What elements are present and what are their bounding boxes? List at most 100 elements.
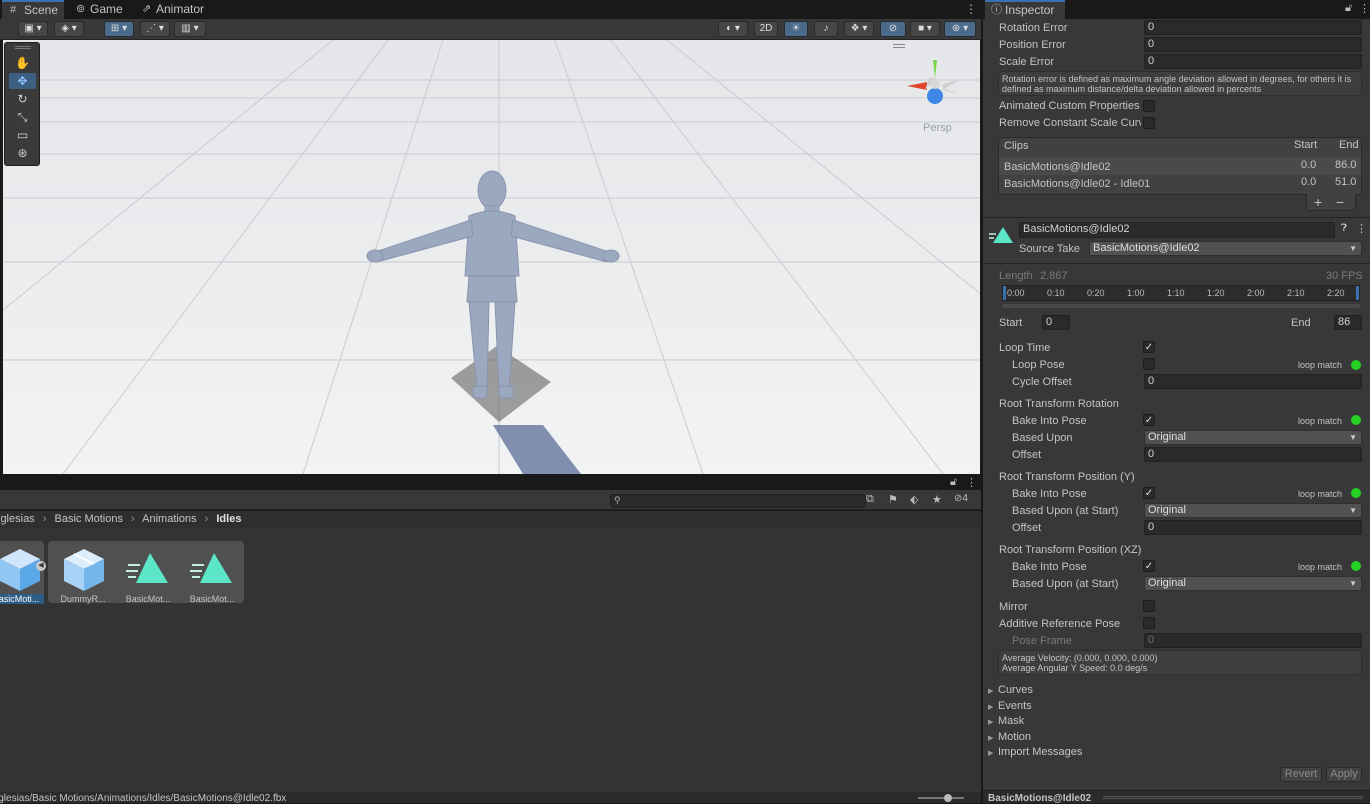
rotate-tool-icon[interactable]: ↻ bbox=[9, 91, 36, 107]
increment-snap-dropdown[interactable]: ⋰ ▾ bbox=[140, 21, 170, 37]
scene-tab-menu-icon[interactable]: ⋮ bbox=[965, 2, 977, 16]
timeline-tick: 1:10 bbox=[1167, 288, 1185, 298]
effects-dropdown[interactable]: ❖ ▾ bbox=[844, 21, 874, 37]
loop-pose-checkbox[interactable] bbox=[1143, 358, 1155, 370]
breadcrumb-item[interactable]: iglesias bbox=[0, 513, 35, 525]
chevron-down-icon: ▼ bbox=[1349, 506, 1357, 515]
rotation-offset-field[interactable]: 0 bbox=[1144, 447, 1362, 462]
scene-viewport[interactable]: Persp bbox=[3, 40, 980, 474]
search-by-type-icon[interactable]: ⧉ bbox=[866, 493, 874, 506]
clip-menu-icon[interactable]: ⋮ bbox=[1356, 222, 1367, 235]
preview-drag-handle[interactable] bbox=[1103, 796, 1363, 797]
remove-clip-button[interactable]: − bbox=[1336, 194, 1344, 210]
remove-constant-scale-curves-checkbox[interactable] bbox=[1143, 117, 1155, 129]
timeline-tick: 1:20 bbox=[1207, 288, 1225, 298]
breadcrumb-current[interactable]: Idles bbox=[216, 513, 241, 525]
breadcrumb-item[interactable]: Basic Motions bbox=[54, 513, 122, 525]
gizmos-dropdown[interactable]: ⊕ ▾ bbox=[944, 21, 976, 37]
orientation-gizmo-icon[interactable] bbox=[903, 50, 967, 122]
grid-snap-dropdown[interactable]: ⊞ ▾ bbox=[104, 21, 134, 37]
lighting-toggle-icon[interactable]: ☀ bbox=[784, 21, 808, 37]
foldout-label: Mask bbox=[998, 715, 1025, 727]
hidden-packages-toggle[interactable]: ⊘4 bbox=[954, 493, 968, 504]
favorite-star-icon[interactable]: ★ bbox=[932, 493, 942, 506]
icon-size-slider-thumb[interactable] bbox=[944, 794, 952, 802]
rotation-based-upon-dropdown[interactable]: Original ▼ bbox=[1144, 430, 1362, 445]
camera-dropdown[interactable]: ■ ▾ bbox=[910, 21, 940, 37]
inspector-menu-icon[interactable]: ⋮ bbox=[1359, 2, 1370, 15]
project-menu-icon[interactable]: ⋮ bbox=[966, 476, 977, 489]
tab-scene-label: Scene bbox=[24, 3, 59, 17]
mirror-checkbox[interactable] bbox=[1143, 600, 1155, 612]
animated-custom-properties-checkbox[interactable] bbox=[1143, 100, 1155, 112]
add-clip-button[interactable]: + bbox=[1314, 194, 1322, 210]
gizmo-handle-icon[interactable] bbox=[893, 44, 905, 45]
foldout-import-messages[interactable]: ▶ Import Messages bbox=[988, 746, 1082, 758]
cycle-offset-field[interactable]: 0 bbox=[1144, 374, 1362, 389]
position-y-based-upon-dropdown[interactable]: Original ▼ bbox=[1144, 503, 1362, 518]
position-xz-bake-checkbox[interactable]: ✓ bbox=[1143, 560, 1155, 572]
shading-mode-dropdown[interactable]: ◐ ▾ bbox=[718, 21, 748, 37]
clips-col-start: Start bbox=[1294, 139, 1318, 151]
timeline-end-marker[interactable] bbox=[1356, 286, 1359, 300]
end-label: End bbox=[1291, 317, 1311, 329]
render-mode-dropdown[interactable]: ◈ ▾ bbox=[54, 21, 84, 37]
palette-grip-icon[interactable] bbox=[15, 46, 31, 47]
foldout-events[interactable]: ▶ Events bbox=[988, 700, 1032, 712]
tab-animator[interactable]: ⇗ Animator bbox=[134, 0, 210, 19]
icon-size-slider[interactable] bbox=[918, 797, 964, 799]
lock-icon[interactable]: 🔓︎ bbox=[950, 476, 957, 489]
label-tag-icon[interactable]: ⬖ bbox=[910, 493, 918, 506]
help-icon[interactable]: ❓︎ bbox=[1341, 223, 1347, 234]
inspector-lock-icon[interactable]: 🔓︎ bbox=[1345, 2, 1352, 15]
preview-title: BasicMotions@Idle02 bbox=[988, 793, 1092, 804]
position-xz-based-upon-dropdown[interactable]: Original ▼ bbox=[1144, 576, 1362, 591]
loop-time-checkbox[interactable]: ✓ bbox=[1143, 341, 1155, 353]
foldout-mask[interactable]: ▶ Mask bbox=[988, 715, 1024, 727]
tab-inspector[interactable]: ⓘ Inspector bbox=[985, 0, 1065, 19]
transform-tool-icon[interactable]: ⊛ bbox=[9, 145, 36, 161]
source-take-label: Source Take bbox=[1019, 243, 1080, 255]
hidden-objects-toggle-icon[interactable]: ⊘ bbox=[880, 21, 906, 37]
toggle-2d-button[interactable]: 2D bbox=[754, 21, 778, 37]
position-xz-based-upon-label: Based Upon (at Start) bbox=[1012, 578, 1119, 590]
rect-tool-icon[interactable]: ▭ bbox=[9, 127, 36, 143]
tab-game[interactable]: ⊚ Game bbox=[68, 0, 130, 19]
end-frame-field[interactable]: 86 bbox=[1334, 315, 1362, 330]
preview-header[interactable]: BasicMotions@Idle02 bbox=[983, 790, 1370, 804]
draw-mode-dropdown[interactable]: ▣ ▾ bbox=[18, 21, 48, 37]
position-y-offset-field[interactable]: 0 bbox=[1144, 520, 1362, 535]
tab-scene[interactable]: # Scene bbox=[2, 0, 64, 19]
expand-arrow-icon[interactable]: ◀ bbox=[36, 561, 46, 571]
foldout-motion[interactable]: ▶ Motion bbox=[988, 731, 1031, 743]
rotation-bake-checkbox[interactable]: ✓ bbox=[1143, 414, 1155, 426]
clip-row-name[interactable]: BasicMotions@Idle02 bbox=[1004, 161, 1111, 173]
position-y-bake-checkbox[interactable]: ✓ bbox=[1143, 487, 1155, 499]
hand-tool-icon[interactable]: ✋ bbox=[9, 55, 36, 71]
breadcrumb-item[interactable]: Animations bbox=[142, 513, 196, 525]
revert-button[interactable]: Revert bbox=[1280, 767, 1322, 782]
project-search-input[interactable]: ⚲ bbox=[610, 494, 866, 508]
scale-tool-icon[interactable]: ⤡ bbox=[9, 109, 36, 125]
source-take-dropdown[interactable]: BasicMotions@Idle02 ▼ bbox=[1089, 241, 1362, 256]
scale-error-field[interactable]: 0 bbox=[1144, 54, 1362, 69]
grid-visibility-dropdown[interactable]: ▥ ▾ bbox=[174, 21, 206, 37]
timeline-start-marker[interactable] bbox=[1003, 286, 1006, 300]
move-tool-icon[interactable]: ✥ bbox=[9, 73, 36, 89]
remove-constant-scale-curves-label: Remove Constant Scale Curve bbox=[999, 117, 1141, 129]
start-frame-field[interactable]: 0 bbox=[1042, 315, 1070, 330]
filter-type-icon[interactable]: ⚑ bbox=[888, 493, 898, 506]
rotation-error-field[interactable]: 0 bbox=[1144, 20, 1362, 35]
projection-label[interactable]: Persp bbox=[923, 122, 952, 134]
position-error-field[interactable]: 0 bbox=[1144, 37, 1362, 52]
timeline-ruler[interactable]: 0:00 0:10 0:20 1:00 1:10 1:20 2:00 2:10 … bbox=[1002, 285, 1360, 301]
breadcrumb-separator-icon: › bbox=[204, 513, 209, 525]
apply-button[interactable]: Apply bbox=[1326, 767, 1362, 782]
foldout-curves[interactable]: ▶ Curves bbox=[988, 684, 1033, 696]
clip-name-field[interactable]: BasicMotions@Idle02 bbox=[1019, 222, 1335, 238]
clip-row-name[interactable]: BasicMotions@Idle02 - Idle01 bbox=[1004, 178, 1150, 190]
additive-reference-pose-checkbox[interactable] bbox=[1143, 617, 1155, 629]
audio-toggle-icon[interactable]: ♪ bbox=[814, 21, 838, 37]
clip-range-bar[interactable] bbox=[1002, 304, 1360, 308]
asset-label: DummyR... bbox=[60, 594, 106, 604]
